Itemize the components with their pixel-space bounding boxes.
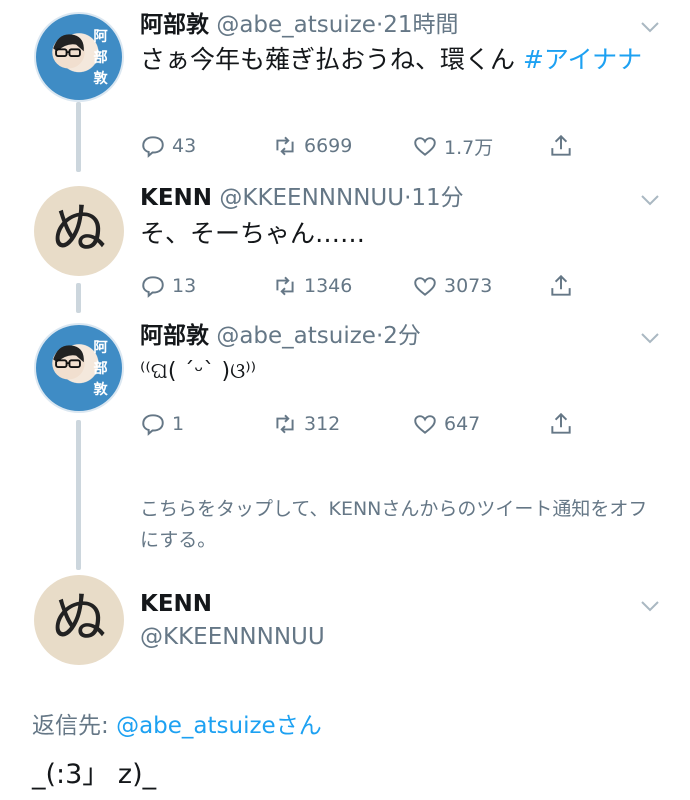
reply-button[interactable]: 43 [140,130,196,162]
chevron-down-icon[interactable] [638,188,662,212]
retweet-button[interactable]: 1346 [272,270,352,302]
tweet-text-body: ⁽⁽ଘ( ˊᵕˋ )ଓ⁾⁾ [140,359,257,384]
avatar-image: 阿 部 敦 [52,339,108,398]
avatar[interactable]: 阿 部 敦 [34,323,124,413]
like-icon [414,277,436,296]
share-icon [551,134,571,156]
tweet-text: そ、そーちゃん…… [140,216,650,252]
like-icon [414,415,436,434]
retweet-button[interactable]: 6699 [272,130,352,162]
share-icon [551,274,571,296]
mention-handle[interactable]: @abe_atsuize [116,713,276,739]
reply-to-prefix: 返信先: [32,713,117,739]
focused-handle[interactable]: @KKEENNNNUU [140,622,325,652]
chevron-down-icon[interactable] [638,326,662,350]
share-icon [551,412,571,434]
like-count: 1.7万 [444,136,494,159]
share-button[interactable] [548,408,574,440]
like-count: 647 [444,413,481,435]
display-name[interactable]: 阿部敦 [140,323,209,349]
tweet-text-body: さぁ今年も薙ぎ払おうね、環くん [140,45,523,74]
like-button[interactable]: 647 [412,408,480,440]
handle[interactable]: @abe_atsuize [216,12,376,38]
tweet-actions: 13 1346 3073 [140,270,600,302]
avatar-char: 部 [93,48,107,66]
reply-icon [142,414,164,436]
timestamp[interactable]: 11分 [411,185,463,211]
avatar[interactable]: ぬ [34,186,124,276]
reply-count: 43 [172,135,197,157]
reply-button[interactable]: 1 [140,408,184,440]
reply-count: 13 [172,275,197,297]
avatar-image: ぬ [51,197,106,261]
retweet-icon [276,276,294,296]
display-name[interactable]: KENN [140,185,212,211]
tweet-header: 阿部敦 @abe_atsuize·2分 [140,321,421,351]
chevron-down-icon[interactable] [638,15,662,39]
avatar-char: 阿 [93,339,108,356]
focused-display-name[interactable]: KENN [140,589,212,619]
chevron-down-icon[interactable] [638,594,662,618]
thread-line [76,102,81,172]
avatar-image: 阿 部 敦 [52,28,108,87]
tweet-text-body: そ、そーちゃん…… [140,219,366,248]
avatar-char: 部 [93,359,107,377]
retweet-icon [276,136,294,156]
avatar[interactable]: ぬ [34,575,124,665]
handle[interactable]: @KKEENNNNUU [219,185,404,211]
tweet-text: さぁ今年も薙ぎ払おうね、環くん #アイナナ [140,42,650,78]
timestamp[interactable]: 2分 [383,323,421,349]
like-button[interactable]: 1.7万 [412,130,493,162]
mention-suffix[interactable]: さん [276,713,322,739]
like-button[interactable]: 3073 [412,270,492,302]
retweet-button[interactable]: 312 [272,408,340,440]
tweet-text: ⁽⁽ଘ( ˊᵕˋ )ଓ⁾⁾ [140,354,650,390]
avatar-image: ぬ [51,586,106,650]
thread-line [76,283,81,313]
avatar-char: 敦 [93,380,108,398]
like-count: 3073 [444,275,493,297]
tweet-actions: 1 312 647 [140,408,600,440]
share-button[interactable] [548,270,574,302]
thread-line [76,420,81,570]
tweet-actions: 43 6699 1.7万 [140,130,600,162]
reply-to-line: 返信先: @abe_atsuizeさん [32,706,322,740]
avatar[interactable]: 阿 部 敦 [34,12,124,102]
reply-icon [142,276,164,298]
retweet-count: 1346 [304,275,353,297]
reply-count: 1 [172,413,185,435]
tweet-header: KENN @KKEENNNNUU·11分 [140,183,464,213]
retweet-count: 6699 [304,135,353,157]
avatar-char: ぬ [51,586,106,650]
reply-icon [142,136,164,158]
avatar-char: 阿 [93,28,108,45]
avatar-char: 敦 [93,69,108,87]
retweet-icon [276,414,294,434]
display-name[interactable]: 阿部敦 [140,12,209,38]
display-name[interactable]: KENN [140,591,212,617]
handle[interactable]: @KKEENNNNUU [140,624,325,650]
handle[interactable]: @abe_atsuize [216,323,376,349]
retweet-count: 312 [304,413,341,435]
timestamp[interactable]: 21時間 [383,12,458,38]
share-button[interactable] [548,130,574,162]
hashtag-link[interactable]: #アイナナ [523,45,642,74]
tweet-header: 阿部敦 @abe_atsuize·21時間 [140,10,459,40]
like-icon [414,137,436,156]
avatar-char: ぬ [51,197,106,261]
focused-tweet-text: _(:3」 z)_ [32,759,157,790]
notification-toggle-link[interactable]: こちらをタップして、KENNさんからのツイート通知をオフにする。 [140,494,650,556]
reply-button[interactable]: 13 [140,270,196,302]
reply-to-mention[interactable]: @abe_atsuizeさん [116,713,322,739]
